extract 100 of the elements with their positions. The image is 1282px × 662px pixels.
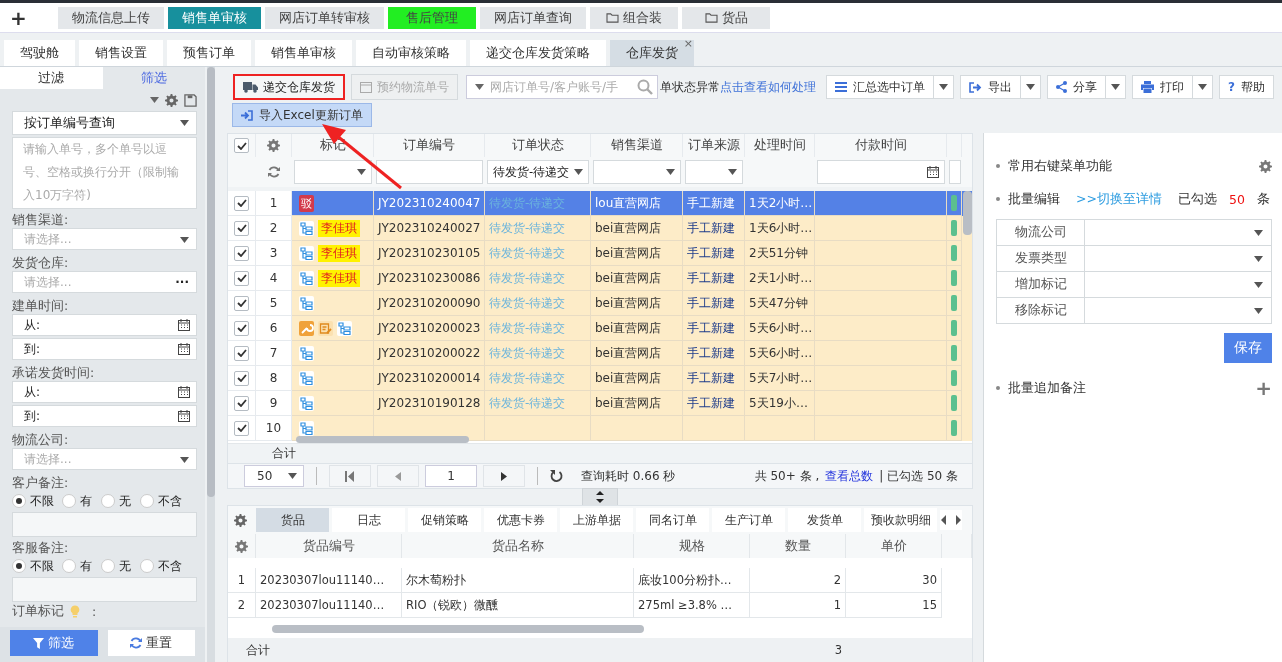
detail-tab[interactable]: 发货单 [788, 508, 861, 532]
column-filter-field[interactable] [376, 160, 483, 184]
view-total-link[interactable]: 查看总数 [825, 467, 874, 485]
column-filter-select[interactable] [294, 160, 372, 184]
detail-tab[interactable]: 货品 [256, 508, 329, 532]
page-tab[interactable]: 预售订单 [167, 40, 251, 66]
page-tab[interactable]: 销售单审核 [255, 40, 352, 66]
radio-button[interactable] [140, 494, 154, 508]
detail-tab[interactable]: 日志 [332, 508, 405, 532]
page-tab[interactable]: 驾驶舱 [4, 40, 75, 66]
order-row[interactable]: 9 JY202310190128 待发货-待递交 bei直营网店 手工新建 5天19小… [228, 391, 972, 416]
page-tab[interactable]: 销售设置 [79, 40, 163, 66]
detail-tab[interactable]: 同名订单 [636, 508, 709, 532]
nav-tab[interactable]: 组合装 [590, 6, 678, 29]
date-field[interactable]: 从: [12, 314, 197, 336]
add-icon[interactable]: + [10, 5, 54, 30]
dropdown-toggle[interactable] [1193, 75, 1213, 99]
action-button[interactable]: ? 帮助 [1219, 75, 1274, 99]
add-note-icon[interactable]: + [1255, 376, 1272, 400]
row-checkbox[interactable] [234, 245, 249, 261]
column-filter-date[interactable] [817, 160, 945, 184]
page-tab[interactable]: 递交仓库发货策略 [470, 40, 606, 66]
dropdown-toggle[interactable] [1106, 75, 1126, 99]
refresh-icon[interactable] [268, 166, 280, 178]
order-number-field[interactable]: 请输入单号，多个单号以逗号、空格或换行分开（限制输入10万字符) [12, 137, 197, 209]
radio-button[interactable] [140, 559, 154, 573]
tab-scroll-arrows[interactable] [940, 510, 962, 530]
query-mode-select[interactable]: 按订单编号查询 [12, 111, 197, 135]
help-link[interactable]: 点击查看如何处理 [720, 78, 816, 96]
filter-tab[interactable]: 过滤 [0, 67, 103, 89]
save-icon[interactable] [184, 93, 197, 107]
column-filter-select[interactable]: 待发货-待递交 [487, 160, 589, 184]
date-field[interactable]: 到: [12, 338, 197, 360]
row-checkbox[interactable] [234, 345, 249, 361]
radio-button[interactable] [101, 559, 115, 573]
action-button[interactable]: 分享 [1047, 75, 1106, 99]
action-button[interactable]: 汇总选中订单 [826, 75, 934, 99]
note-field[interactable] [12, 577, 197, 602]
row-checkbox[interactable] [234, 420, 249, 436]
dropdown-toggle[interactable] [1021, 75, 1041, 99]
order-row[interactable]: 2 李佳琪 JY202310240027 待发货-待递交 bei直营网店 手工新建 1天6小时… [228, 216, 972, 241]
filter-action-button[interactable]: 筛选 [10, 630, 98, 656]
note-field[interactable] [12, 512, 197, 537]
import-excel-button[interactable]: 导入Excel更新订单 [232, 103, 372, 127]
radio-button[interactable] [12, 494, 26, 508]
nav-tab[interactable]: 物流信息上传 [58, 6, 164, 29]
order-row[interactable]: 8 JY202310200014 待发货-待递交 bei直营网店 手工新建 5天7小时… [228, 366, 972, 391]
page-size-select[interactable]: 50 [244, 465, 304, 487]
refresh-icon[interactable] [550, 469, 563, 483]
date-field[interactable]: 从: [12, 381, 197, 403]
picker-field[interactable]: 请选择... ··· [12, 271, 197, 293]
page-tab[interactable]: 仓库发货 × [610, 40, 694, 66]
filter-action-button[interactable]: 重置 [107, 630, 195, 656]
page-number-field[interactable]: 1 [425, 465, 477, 487]
radio-button[interactable] [62, 494, 76, 508]
settings-icon[interactable] [1259, 159, 1272, 173]
detail-tab[interactable]: 上游单据 [560, 508, 633, 532]
detail-tab[interactable]: 生产订单 [712, 508, 785, 532]
row-checkbox[interactable] [234, 295, 249, 311]
nav-tab[interactable]: 网店订单转审核 [265, 6, 384, 29]
radio-button[interactable] [101, 494, 115, 508]
row-checkbox[interactable] [234, 220, 249, 236]
radio-button[interactable] [12, 559, 26, 573]
row-checkbox[interactable] [234, 195, 249, 211]
nav-tab[interactable]: 货品 [682, 6, 770, 29]
select-all-checkbox[interactable] [234, 138, 249, 153]
row-checkbox[interactable] [234, 395, 249, 411]
dropdown-toggle[interactable] [934, 75, 954, 99]
close-icon[interactable]: × [683, 37, 693, 50]
row-checkbox[interactable] [234, 270, 249, 286]
nav-tab[interactable]: 网店订单查询 [480, 6, 586, 29]
row-checkbox[interactable] [234, 370, 249, 386]
page-tab[interactable]: 自动审核策略 [356, 40, 466, 66]
settings-icon[interactable] [267, 139, 280, 152]
order-row[interactable]: 4 李佳琪 JY202310230086 待发货-待递交 bei直营网店 手工新建 2天1小时… [228, 266, 972, 291]
date-field[interactable]: 到: [12, 405, 197, 427]
search-icon[interactable] [637, 79, 653, 95]
detail-tab[interactable]: 优惠卡券 [484, 508, 557, 532]
order-row[interactable]: 3 李佳琪 JY202310230105 待发货-待递交 bei直营网店 手工新建 2天51分钟 [228, 241, 972, 266]
row-checkbox[interactable] [234, 320, 249, 336]
nav-tab[interactable]: 售后管理 [388, 6, 476, 29]
order-row[interactable]: 5 JY202310200090 待发货-待递交 bei直营网店 手工新建 5天47分钟 [228, 291, 972, 316]
settings-icon[interactable] [234, 513, 247, 527]
order-row[interactable]: 6 JY202310200023 待发货-待递交 bei直营网店 手工新建 5天6小时… [228, 316, 972, 341]
settings-icon[interactable] [235, 539, 248, 553]
action-button[interactable]: 打印 [1132, 75, 1193, 99]
splitter-handle[interactable] [582, 488, 618, 506]
caret-icon[interactable] [150, 97, 159, 103]
nav-tab[interactable]: 销售单审核 [168, 6, 261, 29]
save-button[interactable]: 保存 [1224, 333, 1272, 363]
order-row[interactable]: 10 [228, 416, 972, 441]
order-row[interactable]: 7 JY202310200022 待发货-待递交 bei直营网店 手工新建 5天6小时… [228, 341, 972, 366]
previous-page-button[interactable] [377, 465, 419, 487]
next-page-button[interactable] [483, 465, 525, 487]
radio-button[interactable] [62, 559, 76, 573]
settings-icon[interactable] [165, 93, 178, 107]
detail-tab[interactable]: 促销策略 [408, 508, 481, 532]
first-page-button[interactable] [329, 465, 371, 487]
column-filter-field[interactable] [948, 160, 961, 184]
toolbar-button[interactable]: 递交仓库发货 [233, 74, 345, 100]
